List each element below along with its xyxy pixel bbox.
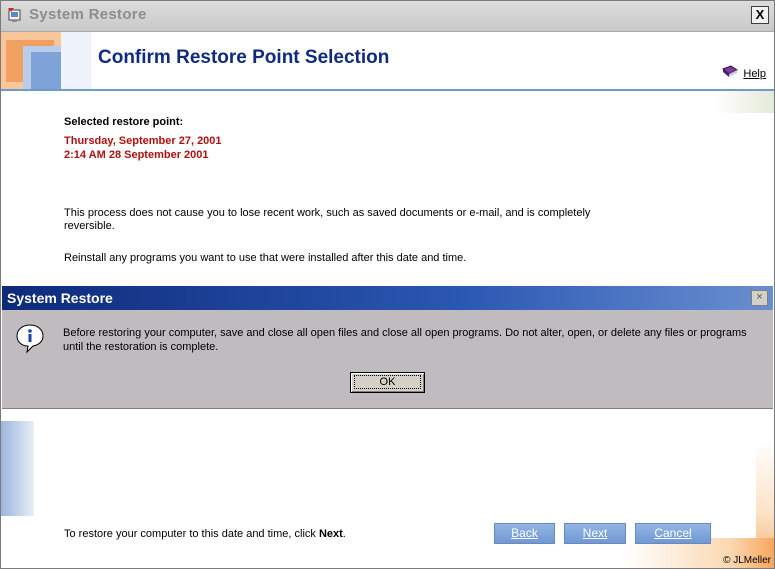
header-decoration (1, 32, 91, 90)
selected-point-label: Selected restore point: (64, 116, 184, 128)
wizard-header: Confirm Restore Point Selection Help (1, 32, 774, 90)
footer-instruction-emphasis: Next (318, 528, 343, 540)
selected-point-date: Thursday, September 27, 2001 (64, 135, 222, 147)
back-button[interactable]: Back (494, 523, 555, 544)
system-restore-app-icon (8, 8, 21, 22)
window-close-button[interactable]: X (751, 6, 769, 24)
left-decoration (1, 421, 34, 516)
header-divider (1, 89, 774, 91)
page-title: Confirm Restore Point Selection (98, 47, 390, 68)
selected-point-time: 2:14 AM 28 September 2001 (64, 149, 209, 161)
dialog-message: Before restoring your computer, save and… (63, 327, 747, 353)
help-book-icon[interactable] (722, 65, 738, 79)
window-title: System Restore (29, 6, 147, 23)
title-bar: System Restore X (1, 1, 774, 32)
help-link[interactable]: Help (743, 68, 766, 80)
reinstall-info-text: Reinstall any programs you want to use t… (64, 252, 467, 264)
warning-dialog: System Restore × Before restoring your c… (2, 285, 773, 408)
ok-button[interactable]: OK (350, 372, 425, 393)
ok-button-label: OK (353, 375, 422, 389)
system-restore-window: System Restore X Confirm Restore Point S… (0, 0, 775, 569)
footer-instruction-suffix: . (342, 528, 346, 540)
next-button[interactable]: Next (564, 523, 626, 544)
information-icon (16, 324, 44, 354)
footer-instruction-prefix: To restore your computer to this date an… (64, 528, 319, 540)
copyright-watermark: © JLMeller (723, 555, 771, 566)
dialog-title: System Restore (7, 290, 113, 306)
reversible-info-text: This process does not cause you to lose … (64, 207, 591, 232)
header-right-decoration (714, 91, 774, 113)
footer-instruction: To restore your computer to this date an… (64, 528, 346, 540)
cancel-button[interactable]: Cancel (635, 523, 711, 544)
dialog-title-bar: System Restore × (2, 286, 773, 310)
dialog-close-button[interactable]: × (751, 290, 768, 306)
